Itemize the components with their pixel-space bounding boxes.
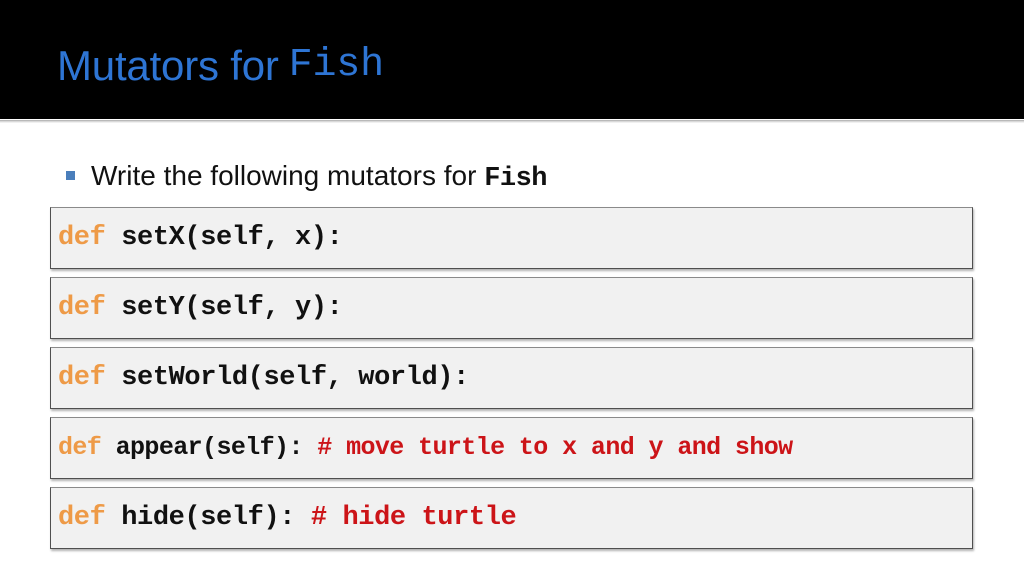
code-keyword: def [58,223,106,253]
code-keyword: def [58,363,106,393]
code-keyword: def [58,293,106,323]
bullet-item-label: Write the following mutators for Fish [91,160,548,195]
code-block: def hide(self): # hide turtle [50,487,973,549]
bullet-item: Write the following mutators for Fish [66,160,548,195]
header-divider-rule [0,119,1024,123]
page-title: Mutators for Fish [57,38,384,94]
code-comment: # hide turtle [310,503,517,533]
code-line: def setWorld(self, world): [51,363,469,393]
code-block: def setX(self, x): [50,207,973,269]
code-keyword: def [58,503,106,533]
code-signature: setX(self, x): [105,223,343,253]
code-keyword: def [58,433,102,462]
code-line: def setX(self, x): [51,223,343,253]
bullet-text-before: Write the following mutators for [91,160,477,191]
code-block: def setWorld(self, world): [50,347,973,409]
page-title-plain: Mutators for [57,42,279,89]
code-block-list: def setX(self, x): def setY(self, y): de… [50,207,973,557]
slide-canvas: Mutators for Fish Write the following mu… [0,0,1024,576]
code-block: def setY(self, y): [50,277,973,339]
code-signature: setY(self, y): [105,293,343,323]
bullet-text-code-term: Fish [484,164,548,194]
code-block: def appear(self): # move turtle to x and… [50,417,973,479]
code-signature: hide(self): [105,503,311,533]
code-signature: appear(self): [101,433,318,462]
code-line: def setY(self, y): [51,293,343,323]
code-line: def hide(self): # hide turtle [51,503,517,533]
page-title-code-term: Fish [288,43,384,88]
square-bullet-icon [66,171,75,180]
code-comment: # move turtle to x and y and show [317,433,793,462]
code-line: def appear(self): # move turtle to x and… [51,433,793,463]
code-signature: setWorld(self, world): [105,363,469,393]
